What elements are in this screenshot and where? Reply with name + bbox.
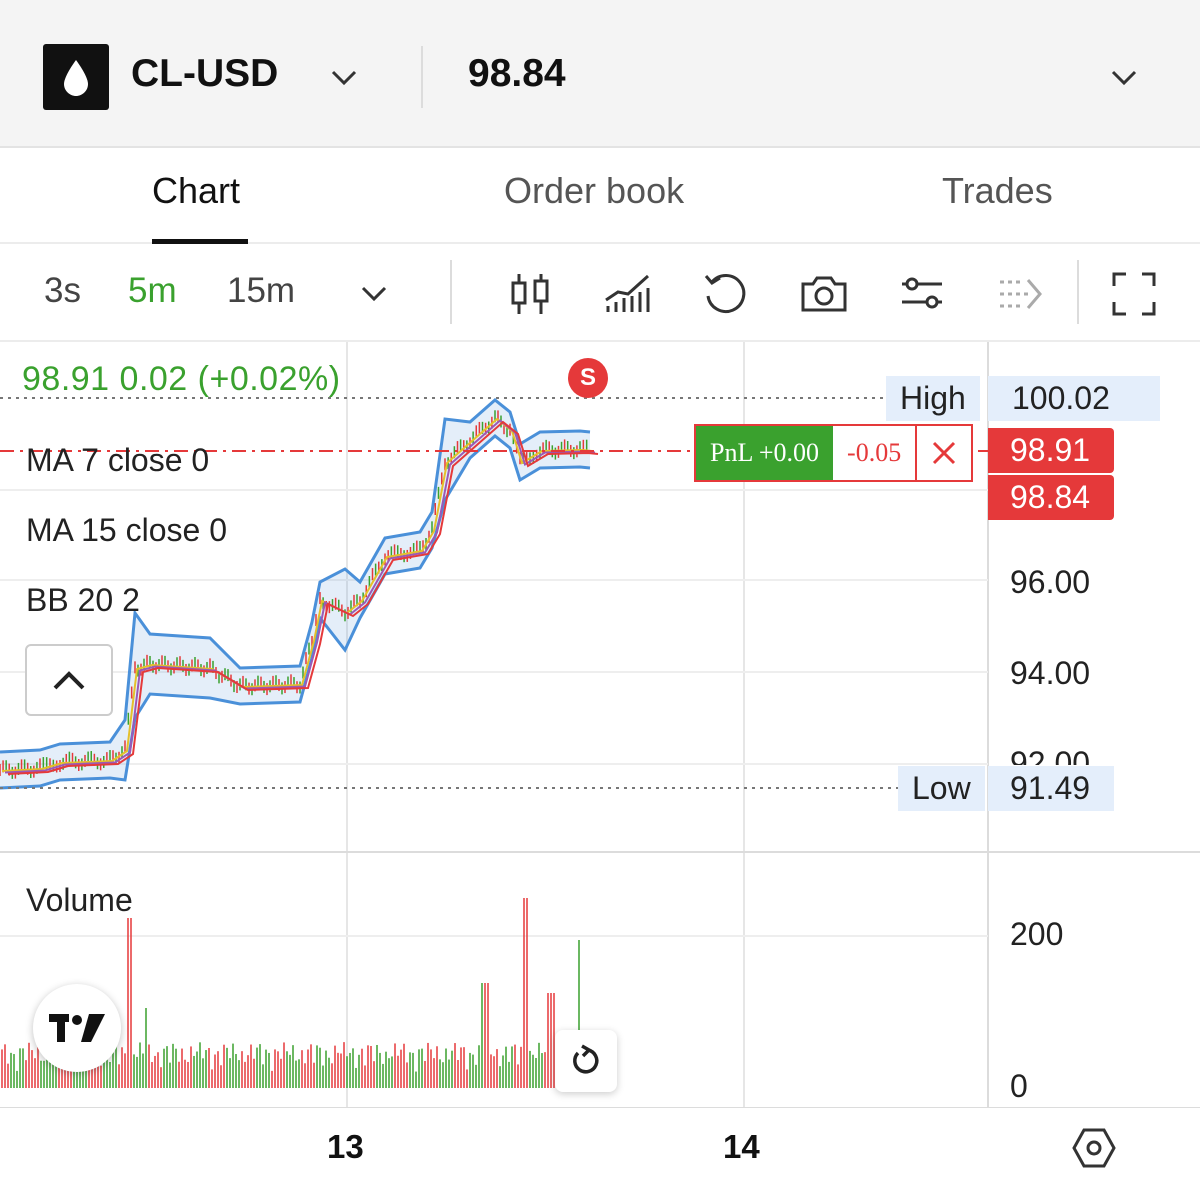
legend-bb[interactable]: BB 20 2 [26, 582, 140, 619]
volume-axis-label: 0 [1010, 1068, 1028, 1104]
oil-drop-icon [43, 44, 109, 110]
settings-sliders-icon[interactable] [896, 268, 948, 320]
date-axis-label: 13 [327, 1128, 364, 1165]
pnl-change: -0.05 [833, 426, 918, 480]
undo-icon[interactable] [700, 268, 752, 320]
symbol-name[interactable]: CL-USD [131, 52, 278, 96]
pnl-value: PnL +0.00 [696, 426, 834, 480]
close-position-icon[interactable] [917, 426, 971, 480]
low-label: Low [898, 766, 985, 811]
reset-icon [573, 1044, 599, 1074]
ohlc-readout: 98.91 0.02 (+0.02%) [22, 360, 341, 398]
date-axis-label: 14 [723, 1128, 760, 1165]
tradingview-icon [49, 1014, 105, 1042]
timeframe-3s[interactable]: 3s [44, 271, 81, 311]
chevron-down-icon[interactable] [358, 278, 390, 310]
collapse-legend-button[interactable] [25, 644, 113, 716]
header-divider [421, 46, 423, 108]
sell-marker-label: S [579, 364, 596, 391]
price-axis-label: 96.00 [1010, 564, 1091, 600]
timeframe-15m[interactable]: 15m [227, 271, 295, 311]
low-value-text: 91.49 [1010, 770, 1091, 806]
low-value: 91.49 [988, 766, 1114, 811]
high-value-text: 100.02 [1012, 380, 1110, 416]
active-tab-indicator [152, 239, 248, 244]
chevron-down-icon[interactable] [328, 62, 360, 94]
toolbar-divider [1077, 260, 1079, 324]
volume-label: Volume [26, 882, 133, 918]
high-label-text: High [900, 380, 966, 416]
legend-ma15[interactable]: MA 15 close 0 [26, 512, 227, 549]
volume-axis-label: 200 [1010, 916, 1064, 952]
camera-icon[interactable] [798, 268, 850, 320]
price-axis-label: 92.00 [1010, 745, 1091, 765]
tab-trades[interactable]: Trades [942, 170, 1053, 212]
position-pnl-widget[interactable]: PnL +0.00 -0.05 [694, 424, 974, 482]
sell-marker[interactable]: S [568, 358, 608, 398]
chart-settings-icon[interactable] [1070, 1124, 1118, 1172]
last-price-tag: 98.91 [988, 428, 1114, 473]
indicators-icon[interactable] [602, 268, 654, 320]
tradingview-logo[interactable] [33, 984, 121, 1072]
low-label-text: Low [912, 770, 971, 806]
price-axis-label: 94.00 [1010, 655, 1091, 691]
high-value: 100.02 [988, 376, 1160, 421]
trade-lines-icon[interactable] [994, 268, 1046, 320]
tab-order-book[interactable]: Order book [504, 170, 684, 212]
mark-price-text: 98.84 [1010, 479, 1091, 515]
mark-price-tag: 98.84 [988, 475, 1114, 520]
toolbar-divider [450, 260, 452, 324]
price-axis-clip: 92.00 [1010, 745, 1090, 765]
timeframe-5m[interactable]: 5m [128, 271, 177, 311]
candlestick-icon[interactable] [504, 268, 556, 320]
high-label: High [886, 376, 980, 421]
reset-chart-button[interactable] [555, 1030, 617, 1092]
last-price-text: 98.91 [1010, 432, 1091, 468]
current-price: 98.84 [468, 52, 566, 95]
chevron-up-icon [53, 671, 85, 690]
legend-ma7[interactable]: MA 7 close 0 [26, 442, 209, 479]
tab-chart[interactable]: Chart [152, 170, 240, 212]
fullscreen-icon[interactable] [1108, 268, 1160, 320]
chevron-down-icon[interactable] [1108, 62, 1140, 94]
